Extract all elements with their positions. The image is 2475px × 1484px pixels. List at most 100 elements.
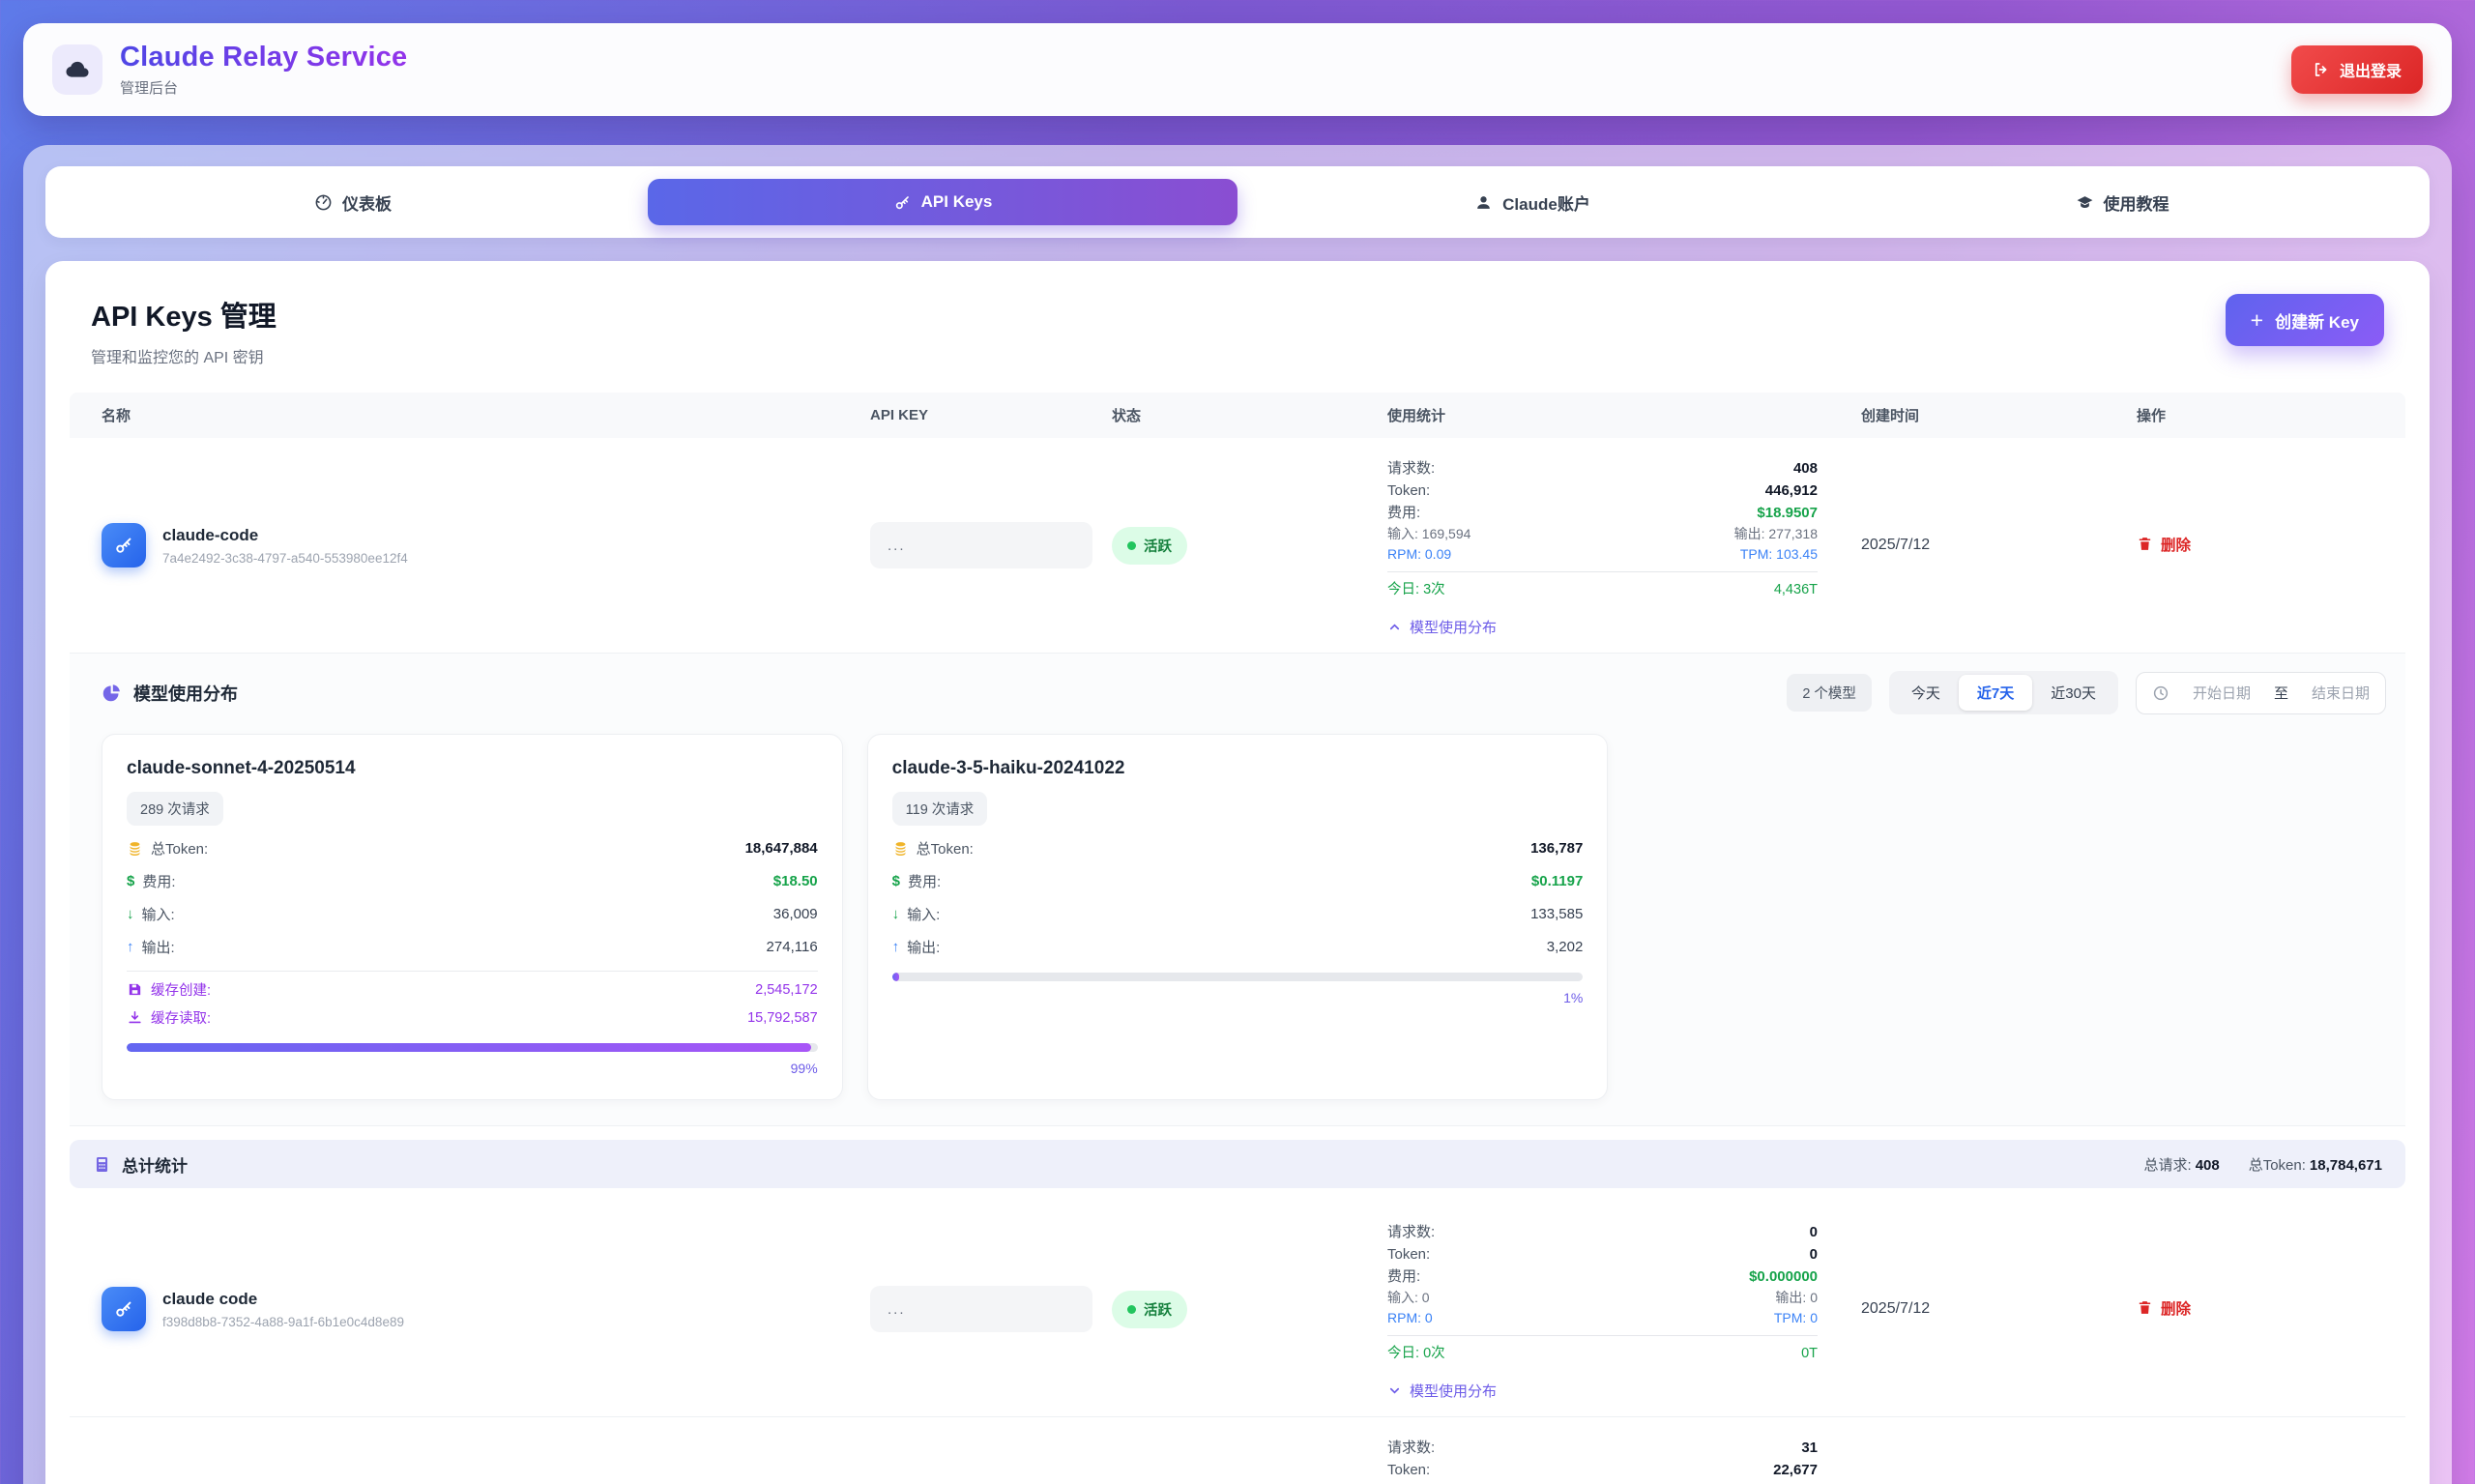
tab-claude-account[interactable]: Claude账户: [1238, 179, 1827, 225]
created-date: 2025/7/12: [1861, 537, 2137, 554]
key-name: claude code: [162, 1290, 404, 1309]
usage-stats: 请求数:408 Token:446,912 费用:$18.9507 输入: 16…: [1387, 438, 1861, 653]
create-key-label: 创建新 Key: [2275, 308, 2359, 333]
usage-progress-bar: [127, 1043, 818, 1052]
api-key-masked[interactable]: ...: [870, 522, 1092, 568]
total-requests: 总请求:408: [2144, 1154, 2220, 1175]
pie-chart-icon: [102, 683, 122, 703]
coins-icon: [127, 840, 143, 857]
create-key-button[interactable]: + 创建新 Key: [2226, 294, 2384, 346]
date-separator: 至: [2274, 683, 2288, 703]
arrow-up-icon: ↑: [127, 939, 134, 955]
table-row-claude-code: claude-code 7a4e2492-3c38-4797-a540-5539…: [70, 438, 2405, 653]
table-row-aaa: aaa 50dd6db8-4df0-4d8e-a12b-95afb6e6fbcc…: [70, 1416, 2405, 1484]
request-count-badge: 289 次请求: [127, 792, 223, 826]
model-name: claude-sonnet-4-20250514: [127, 758, 818, 779]
tab-label: 使用教程: [2104, 190, 2169, 215]
range-segmented-control: 今天 近7天 近30天: [1889, 671, 2118, 714]
col-usage: 使用统计: [1387, 405, 1861, 425]
arrow-down-icon: ↓: [892, 906, 900, 922]
app-logo: [52, 44, 102, 95]
totals-title: 总计统计: [122, 1152, 188, 1177]
arrow-up-icon: ↑: [892, 939, 900, 955]
key-icon: [113, 1298, 134, 1320]
trash-icon: [2137, 1299, 2153, 1316]
distribution-title: 模型使用分布: [133, 681, 238, 706]
key-avatar: [102, 1287, 146, 1331]
nav-tabs: 仪表板 API Keys Claude账户 使用教程: [45, 166, 2430, 238]
app-subtitle: 管理后台: [120, 77, 407, 98]
plus-icon: +: [2251, 309, 2263, 332]
usage-stats: 请求数:31 Token:22,677 费用:$0.6502 输入: 1,349…: [1387, 1417, 1861, 1484]
end-date-input[interactable]: 结束日期: [2312, 683, 2370, 703]
page-title: API Keys 管理: [91, 294, 277, 335]
col-actions: 操作: [2137, 405, 2405, 425]
gauge-icon: [314, 193, 333, 212]
usage-stats: 请求数:0 Token:0 费用:$0.000000 输入: 0输出: 0 RP…: [1387, 1202, 1861, 1416]
clock-icon: [2152, 684, 2169, 702]
range-today-button[interactable]: 今天: [1893, 675, 1959, 711]
status-dot-icon: [1127, 1305, 1136, 1314]
model-count-badge: 2 个模型: [1787, 674, 1872, 712]
chevron-up-icon: [1387, 620, 1402, 634]
tab-tutorial[interactable]: 使用教程: [1827, 179, 2417, 225]
tab-label: API Keys: [921, 192, 993, 212]
tab-label: Claude账户: [1502, 190, 1590, 215]
tab-api-keys[interactable]: API Keys: [648, 179, 1238, 225]
key-icon: [893, 193, 912, 212]
api-key-masked[interactable]: ...: [870, 1286, 1092, 1332]
status-badge: 活跃: [1112, 527, 1187, 565]
model-card-haiku: claude-3-5-haiku-20241022 119 次请求 总Token…: [867, 734, 1609, 1100]
status-dot-icon: [1127, 541, 1136, 550]
tab-dashboard[interactable]: 仪表板: [58, 179, 648, 225]
tab-label: 仪表板: [342, 190, 392, 215]
usage-percent: 99%: [127, 1061, 818, 1076]
logout-button[interactable]: 退出登录: [2291, 45, 2423, 94]
app-header: Claude Relay Service 管理后台 退出登录: [23, 23, 2452, 116]
key-id: 7a4e2492-3c38-4797-a540-553980ee12f4: [162, 551, 408, 566]
key-name: claude-code: [162, 526, 408, 545]
model-distribution-toggle[interactable]: 模型使用分布: [1387, 1381, 1818, 1401]
request-count-badge: 119 次请求: [892, 792, 988, 826]
col-created: 创建时间: [1861, 405, 2137, 425]
model-distribution-section: 模型使用分布 2 个模型 今天 近7天 近30天 开始日期 至 结束日期: [70, 653, 2405, 1126]
user-icon: [1474, 193, 1493, 212]
col-api-key: API KEY: [870, 407, 1112, 423]
usage-progress-bar: [892, 973, 1584, 981]
start-date-input[interactable]: 开始日期: [2193, 683, 2251, 703]
key-id: f398d8b8-7352-4a88-9a1f-6b1e0c4d8e89: [162, 1315, 404, 1329]
total-tokens: 总Token:18,784,671: [2249, 1154, 2382, 1175]
save-icon: [127, 981, 143, 998]
usage-percent: 1%: [892, 990, 1584, 1005]
table-header: 名称 API KEY 状态 使用统计 创建时间 操作: [70, 393, 2405, 438]
col-name: 名称: [70, 405, 870, 425]
app-title: Claude Relay Service: [120, 42, 407, 73]
delete-button[interactable]: 删除: [2137, 1297, 2191, 1319]
created-date: 2025/7/12: [1861, 1300, 2137, 1318]
totals-bar: 总计统计 总请求:408 总Token:18,784,671: [70, 1140, 2405, 1188]
logout-icon: [2313, 61, 2330, 78]
range-30days-button[interactable]: 近30天: [2032, 675, 2114, 711]
model-card-sonnet: claude-sonnet-4-20250514 289 次请求 总Token:…: [102, 734, 843, 1100]
api-keys-panel: API Keys 管理 管理和监控您的 API 密钥 + 创建新 Key 名称 …: [45, 261, 2430, 1484]
range-7days-button[interactable]: 近7天: [1959, 675, 2032, 711]
col-status: 状态: [1112, 405, 1387, 425]
cloud-icon: [64, 56, 91, 83]
download-icon: [127, 1009, 143, 1026]
date-range-picker[interactable]: 开始日期 至 结束日期: [2136, 672, 2386, 714]
model-distribution-toggle[interactable]: 模型使用分布: [1387, 617, 1818, 637]
dollar-icon: $: [127, 873, 134, 889]
graduation-cap-icon: [2076, 193, 2094, 212]
arrow-down-icon: ↓: [127, 906, 134, 922]
delete-button[interactable]: 删除: [2137, 534, 2191, 555]
logout-label: 退出登录: [2340, 58, 2402, 81]
calculator-icon: [93, 1155, 111, 1174]
content-wrapper: 仪表板 API Keys Claude账户 使用教程 API Keys 管理 管…: [23, 145, 2452, 1484]
status-badge: 活跃: [1112, 1291, 1187, 1328]
page-subtitle: 管理和监控您的 API 密钥: [91, 344, 277, 367]
trash-icon: [2137, 536, 2153, 552]
coins-icon: [892, 840, 909, 857]
key-avatar: [102, 523, 146, 567]
key-icon: [113, 535, 134, 556]
dollar-icon: $: [892, 873, 900, 889]
